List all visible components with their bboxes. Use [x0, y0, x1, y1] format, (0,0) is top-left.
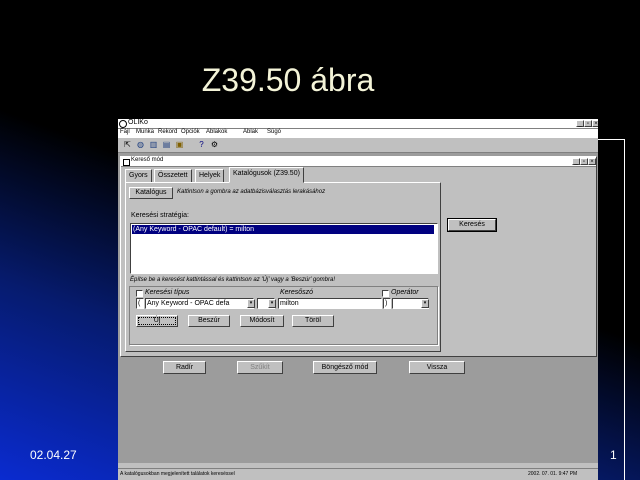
status-text: A katalógusokban megjelenített találatok… — [120, 471, 235, 477]
child-minimize-button[interactable]: _ — [572, 158, 580, 165]
beszur-button[interactable]: Beszúr — [188, 315, 230, 327]
katalogus-button[interactable]: Katalógus — [129, 187, 173, 199]
operator-checkbox[interactable] — [382, 290, 389, 297]
instruction-text: Építse be a keresést kattintással és kat… — [130, 277, 336, 283]
close-button[interactable]: × — [592, 120, 598, 127]
radir-button[interactable]: Radír — [163, 361, 206, 374]
slide-page-number: 1 — [610, 448, 617, 462]
exit-icon[interactable]: ⇱ — [123, 140, 132, 149]
strategy-row[interactable]: (Any Keyword - OPAC default) = milton — [132, 225, 434, 234]
relation-dropdown-icon[interactable]: ▾ — [268, 299, 276, 308]
slide-title: Z39.50 ábra — [201, 62, 375, 98]
menu-sugo[interactable]: Súgó — [267, 129, 281, 135]
search-window-titlebar: Kereső mód _ ▫ × — [121, 157, 596, 167]
menu-rekord[interactable]: Rekord — [158, 129, 177, 135]
menu-munka[interactable]: Munka — [136, 129, 154, 135]
help-icon[interactable]: ? — [197, 140, 206, 149]
operator-label: Operátor — [391, 289, 419, 296]
kereses-button[interactable]: Keresés — [447, 218, 497, 232]
close-paren-field[interactable]: ) — [383, 298, 391, 309]
menu-bar: Fájl Munka Rekord Opciók Ablakok Ablak S… — [118, 129, 598, 138]
vissza-button[interactable]: Vissza — [409, 361, 465, 374]
toolbar: ⇱ ◍ ▥ ▤ ▣ ? ⚙ — [118, 138, 598, 153]
tab-osszetett[interactable]: Összetett — [154, 169, 192, 183]
search-window-title: Kereső mód — [131, 157, 164, 163]
tab-gyors[interactable]: Gyors — [125, 169, 152, 183]
lock-icon[interactable]: ▣ — [175, 140, 184, 149]
decor-line — [624, 139, 625, 480]
search-type-select[interactable]: Any Keyword - OPAC defa — [145, 298, 254, 309]
status-datetime: 2002. 07. 01. 9:47 PM — [528, 471, 578, 477]
decor-line — [597, 139, 625, 140]
search-window: Kereső mód _ ▫ × Gyors Összetett Helyek … — [120, 156, 597, 357]
keresesi-tipus-checkbox[interactable] — [136, 290, 143, 297]
tab-katalogusok[interactable]: Katalógusok (Z39.50) — [229, 167, 304, 183]
keresoszo-label: Keresőszó — [280, 289, 314, 296]
menu-fajl[interactable]: Fájl — [120, 129, 130, 135]
katalogus-hint: Kattintson a gombra az adatbázisválasztá… — [177, 189, 326, 195]
bongeszo-mod-button[interactable]: Böngésző mód — [313, 361, 377, 374]
menu-ablak[interactable]: Ablak — [243, 129, 258, 135]
slide-date: 02.04.27 — [30, 448, 77, 462]
search-window-icon — [123, 159, 130, 166]
search-type-dropdown-icon[interactable]: ▾ — [247, 299, 255, 308]
operator-dropdown-icon[interactable]: ▾ — [421, 299, 429, 308]
keyword-input[interactable]: milton — [278, 298, 382, 309]
open-paren-field[interactable]: ( — [136, 298, 144, 309]
maximize-button[interactable]: ▫ — [584, 120, 592, 127]
strategy-label: Keresési stratégia: — [131, 212, 189, 219]
query-builder-group: Keresési típus Keresőszó Operátor ( Any … — [129, 286, 438, 345]
szukit-button[interactable]: Szűkít — [237, 361, 283, 374]
catalog-icon[interactable]: ▤ — [162, 140, 171, 149]
books-icon[interactable]: ▥ — [149, 140, 158, 149]
tab-helyek[interactable]: Helyek — [195, 169, 225, 183]
menu-opciok[interactable]: Opciók — [181, 129, 200, 135]
globe-icon[interactable]: ◍ — [136, 140, 145, 149]
menu-ablakok[interactable]: Ablakok — [206, 129, 227, 135]
torol-button[interactable]: Töröl — [292, 315, 334, 327]
settings-icon[interactable]: ⚙ — [210, 140, 219, 149]
uj-button[interactable]: Új — [136, 315, 178, 327]
modosit-button[interactable]: Módosít — [240, 315, 284, 327]
minimize-button[interactable]: _ — [576, 120, 584, 127]
app-icon — [119, 120, 127, 128]
keresesi-tipus-label: Keresési típus — [145, 289, 190, 296]
status-bar: A katalógusokban megjelenített találatok… — [118, 468, 598, 480]
child-close-button[interactable]: × — [588, 158, 596, 165]
strategy-list[interactable]: (Any Keyword - OPAC default) = milton — [130, 223, 438, 274]
app-window: OLIKo _ ▫ × Fájl Munka Rekord Opciók Abl… — [118, 119, 598, 480]
window-titlebar: OLIKo _ ▫ × — [118, 119, 598, 129]
window-title: OLIKo — [128, 119, 148, 126]
child-maximize-button[interactable]: ▫ — [580, 158, 588, 165]
katalogusok-panel: Katalógus Kattintson a gombra az adatbáz… — [125, 182, 441, 352]
